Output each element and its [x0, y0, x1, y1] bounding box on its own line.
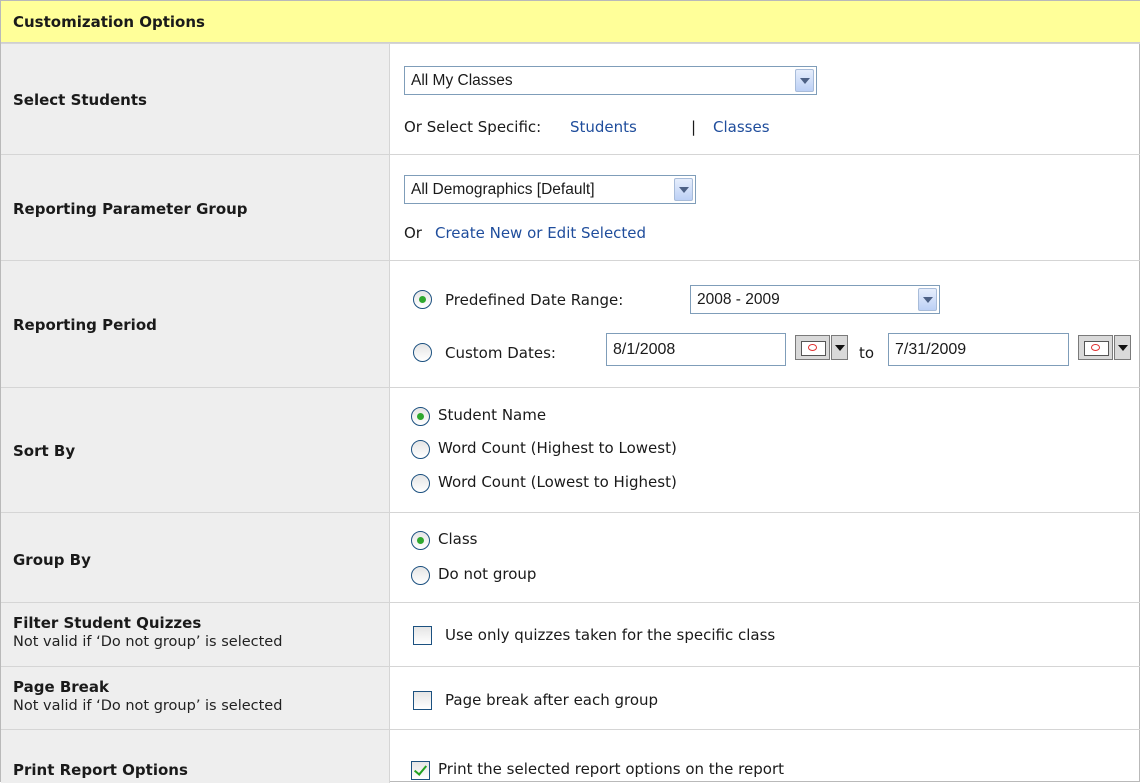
select-specific-text: Or Select Specific:	[404, 118, 542, 136]
filter-quizzes-note: Not valid if ‘Do not group’ is selected	[13, 634, 283, 650]
panel-header: Customization Options	[1, 1, 1140, 43]
panel-title: Customization Options	[13, 13, 205, 31]
row-reporting-period: Reporting Period Predefined Date Range: …	[1, 260, 1140, 387]
or-text: Or	[404, 224, 422, 242]
reporting-period-label: Reporting Period	[13, 316, 157, 334]
group-option-label: Do not group	[438, 565, 537, 583]
end-date-input[interactable]: 7/31/2009	[888, 333, 1069, 366]
sort-option-label: Word Count (Highest to Lowest)	[438, 439, 677, 457]
row-select-students: Select Students All My Classes Or Select…	[1, 43, 1140, 154]
row-label-cell: Reporting Parameter Group	[1, 155, 390, 260]
group-by-label: Group By	[13, 551, 91, 569]
sort-option-radio[interactable]	[411, 407, 430, 426]
print-options-label: Print Report Options	[13, 761, 188, 779]
page-break-note: Not valid if ‘Do not group’ is selected	[13, 698, 283, 714]
row-label-cell: Group By	[1, 513, 390, 602]
parameter-group-dropdown-value: All Demographics [Default]	[411, 181, 595, 198]
page-break-label: Page Break	[13, 678, 109, 696]
students-dropdown[interactable]: All My Classes	[404, 66, 817, 95]
parameter-group-label: Reporting Parameter Group	[13, 200, 248, 218]
custom-dates-radio[interactable]	[413, 343, 432, 362]
sort-option-label: Word Count (Lowest to Highest)	[438, 473, 677, 491]
sort-option-label: Student Name	[438, 406, 547, 424]
calendar-icon[interactable]	[795, 335, 849, 360]
link-separator: |	[691, 118, 697, 136]
page-break-checkbox-label: Page break after each group	[445, 691, 659, 709]
group-option-label: Class	[438, 530, 478, 548]
row-label-cell: Filter Student Quizzes Not valid if ‘Do …	[1, 603, 390, 666]
students-dropdown-value: All My Classes	[411, 72, 513, 89]
to-text: to	[859, 344, 875, 362]
filter-quizzes-label: Filter Student Quizzes	[13, 614, 202, 632]
page-break-checkbox[interactable]	[413, 691, 432, 710]
row-group-by: Group By Class Do not group	[1, 512, 1140, 602]
row-label-cell: Select Students	[1, 44, 390, 154]
group-option-radio[interactable]	[411, 566, 430, 585]
customization-options-panel: Customization Options Select Students Al…	[0, 0, 1140, 783]
row-label-cell: Reporting Period	[1, 261, 390, 387]
row-filter-quizzes: Filter Student Quizzes Not valid if ‘Do …	[1, 602, 1140, 666]
row-print-options: Print Report Options Print the selected …	[1, 729, 1140, 783]
class-quizzes-checkbox-label: Use only quizzes taken for the specific …	[445, 626, 776, 644]
row-label-cell: Sort By	[1, 388, 390, 512]
sort-option-radio[interactable]	[411, 440, 430, 459]
chevron-down-icon[interactable]	[918, 288, 937, 311]
row-parameter-group: Reporting Parameter Group All Demographi…	[1, 154, 1140, 260]
calendar-icon[interactable]	[1078, 335, 1132, 360]
row-sort-by: Sort By Student Name Word Count (Highest…	[1, 387, 1140, 512]
sort-option-radio[interactable]	[411, 474, 430, 493]
custom-dates-label: Custom Dates:	[445, 344, 556, 362]
select-students-label: Select Students	[13, 91, 147, 109]
start-date-input[interactable]: 8/1/2008	[606, 333, 786, 366]
parameter-group-dropdown[interactable]: All Demographics [Default]	[404, 175, 696, 204]
class-quizzes-checkbox[interactable]	[413, 626, 432, 645]
predefined-range-radio[interactable]	[413, 290, 432, 309]
chevron-down-icon[interactable]	[674, 178, 693, 201]
date-range-dropdown[interactable]: 2008 - 2009	[690, 285, 940, 314]
date-range-dropdown-value: 2008 - 2009	[697, 291, 780, 308]
row-label-cell: Print Report Options	[1, 730, 390, 783]
students-link[interactable]: Students	[570, 118, 637, 136]
predefined-range-label: Predefined Date Range:	[445, 291, 624, 309]
row-label-cell: Page Break Not valid if ‘Do not group’ i…	[1, 667, 390, 729]
sort-by-label: Sort By	[13, 442, 76, 460]
group-option-radio[interactable]	[411, 531, 430, 550]
row-page-break: Page Break Not valid if ‘Do not group’ i…	[1, 666, 1140, 729]
create-edit-link[interactable]: Create New or Edit Selected	[435, 224, 646, 242]
classes-link[interactable]: Classes	[713, 118, 770, 136]
print-options-checkbox[interactable]	[411, 761, 430, 780]
chevron-down-icon[interactable]	[795, 69, 814, 92]
print-options-checkbox-label: Print the selected report options on the…	[438, 760, 784, 778]
end-date-value: 7/31/2009	[895, 341, 967, 358]
start-date-value: 8/1/2008	[613, 341, 676, 358]
